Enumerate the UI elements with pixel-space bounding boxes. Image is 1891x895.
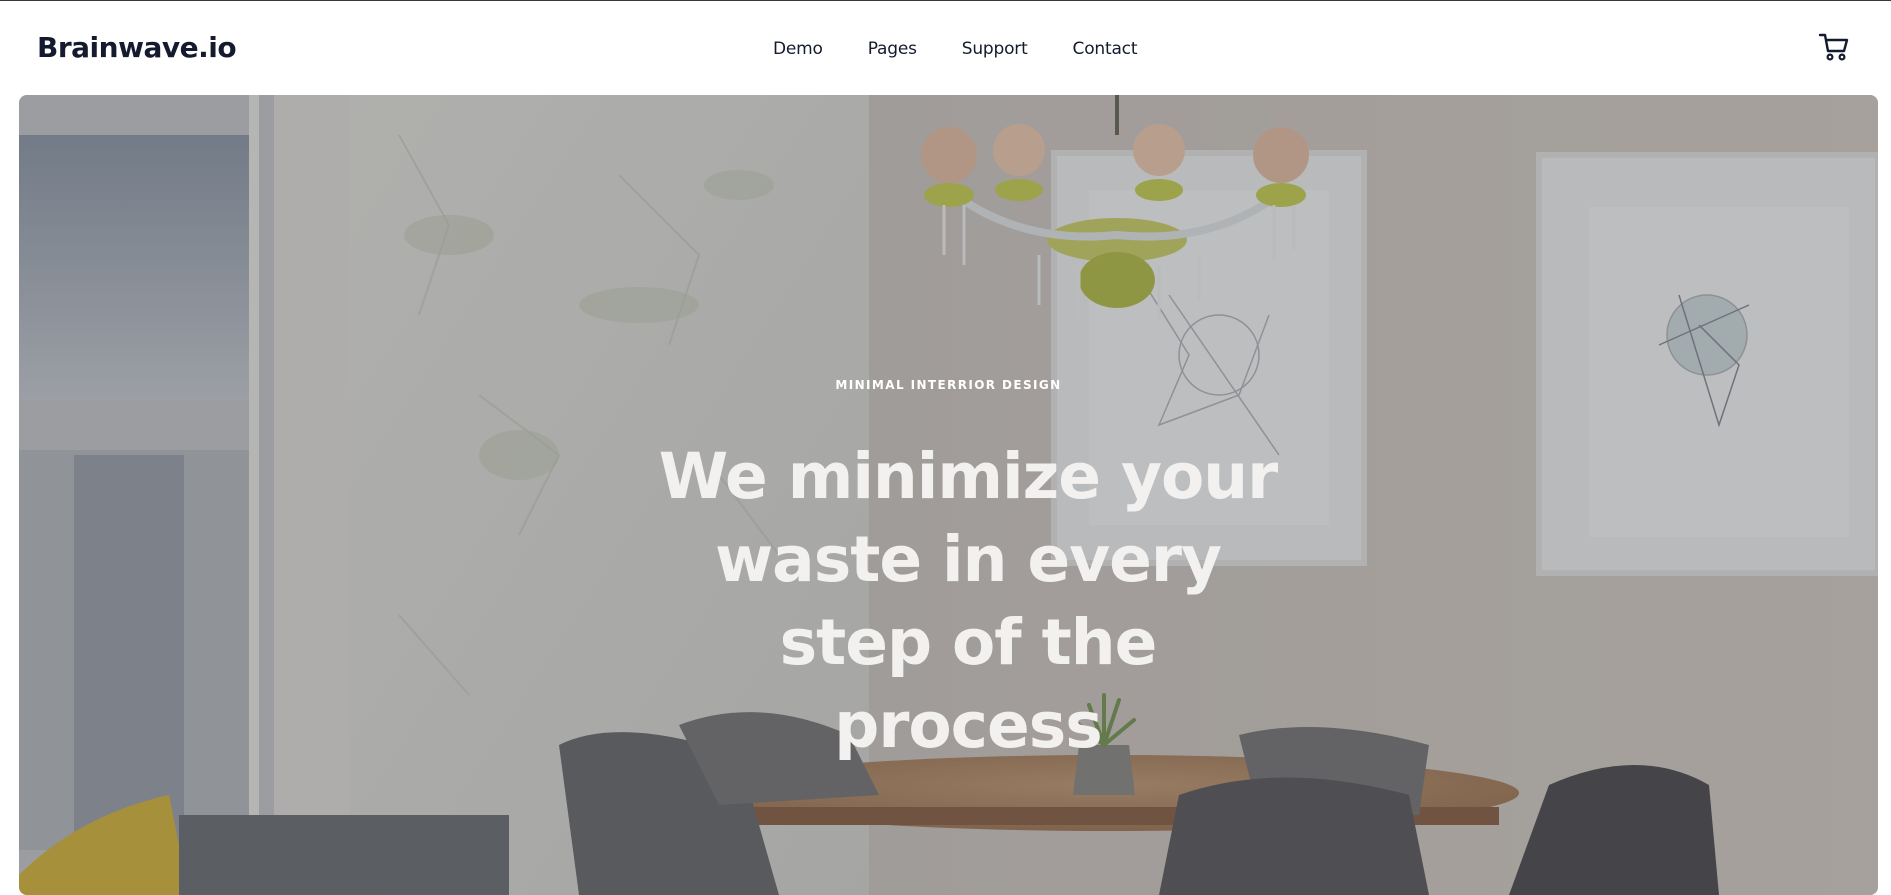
hero-eyebrow: MINIMAL INTERRIOR DESIGN <box>835 378 1062 392</box>
nav-item-demo[interactable]: Demo <box>773 39 823 59</box>
nav-item-contact[interactable]: Contact <box>1073 39 1138 59</box>
shopping-cart-icon[interactable] <box>1818 32 1850 62</box>
main-nav: Demo Pages Support Contact <box>773 39 1182 59</box>
nav-item-pages[interactable]: Pages <box>868 39 917 59</box>
nav-item-support[interactable]: Support <box>962 39 1028 59</box>
hero-headline: We minimize your waste in every step of … <box>658 440 1278 762</box>
logo[interactable]: Brainwave.io <box>37 31 237 64</box>
site-header: Brainwave.io Demo Pages Support Contact <box>0 1 1891 95</box>
hero-section: MINIMAL INTERRIOR DESIGN We minimize you… <box>19 95 1878 895</box>
